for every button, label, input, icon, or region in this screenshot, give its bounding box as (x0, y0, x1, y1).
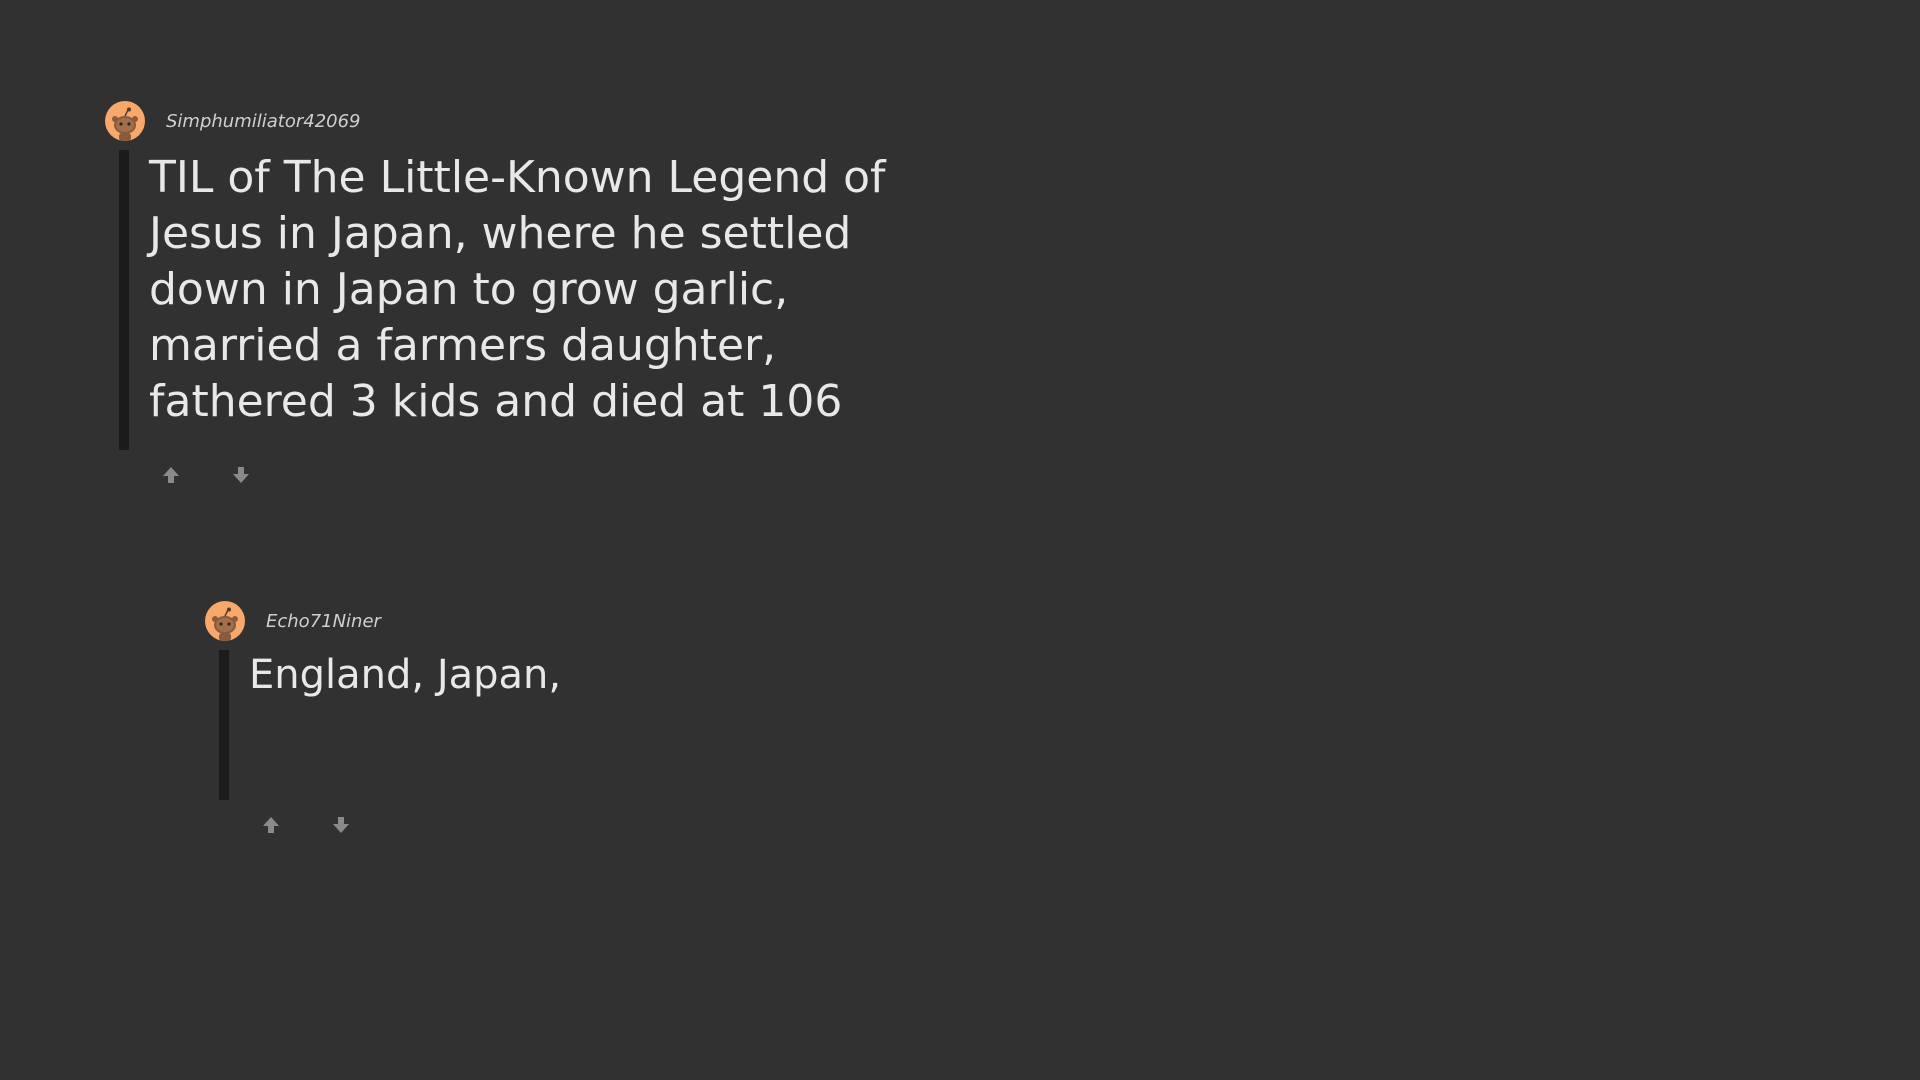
comment-text: TIL of The Little-Known Legend of Jesus … (149, 152, 886, 427)
vote-bar (259, 810, 1105, 840)
comment-thread: Simphumiliator42069 TIL of The Little-Kn… (0, 0, 1920, 1080)
comment-top-level: Simphumiliator42069 TIL of The Little-Kn… (105, 100, 1005, 490)
comment-header: Simphumiliator42069 (105, 100, 1005, 142)
user-avatar-icon[interactable] (205, 601, 245, 641)
comment-reply: Echo71Niner England, Japan, (205, 600, 1105, 840)
reddit-snoo-avatar-icon (212, 607, 238, 641)
downvote-button[interactable] (229, 463, 253, 487)
downvote-arrow-icon (233, 467, 249, 483)
upvote-arrow-icon (263, 817, 279, 833)
upvote-button[interactable] (259, 813, 283, 837)
upvote-button[interactable] (159, 463, 183, 487)
downvote-arrow-icon (333, 817, 349, 833)
comment-body: TIL of The Little-Known Legend of Jesus … (105, 150, 1005, 450)
comment-username[interactable]: Simphumiliator42069 (166, 111, 361, 132)
upvote-arrow-icon (163, 467, 179, 483)
vote-bar (159, 460, 1005, 490)
comment-header: Echo71Niner (205, 600, 1105, 642)
reddit-snoo-avatar-icon (112, 107, 138, 141)
comment-body: England, Japan, (205, 650, 1105, 800)
thread-collapse-line[interactable] (219, 650, 229, 800)
thread-collapse-line[interactable] (119, 150, 129, 450)
comment-text: England, Japan, (249, 652, 562, 698)
comment-username[interactable]: Echo71Niner (266, 611, 381, 632)
downvote-button[interactable] (329, 813, 353, 837)
user-avatar-icon[interactable] (105, 101, 145, 141)
